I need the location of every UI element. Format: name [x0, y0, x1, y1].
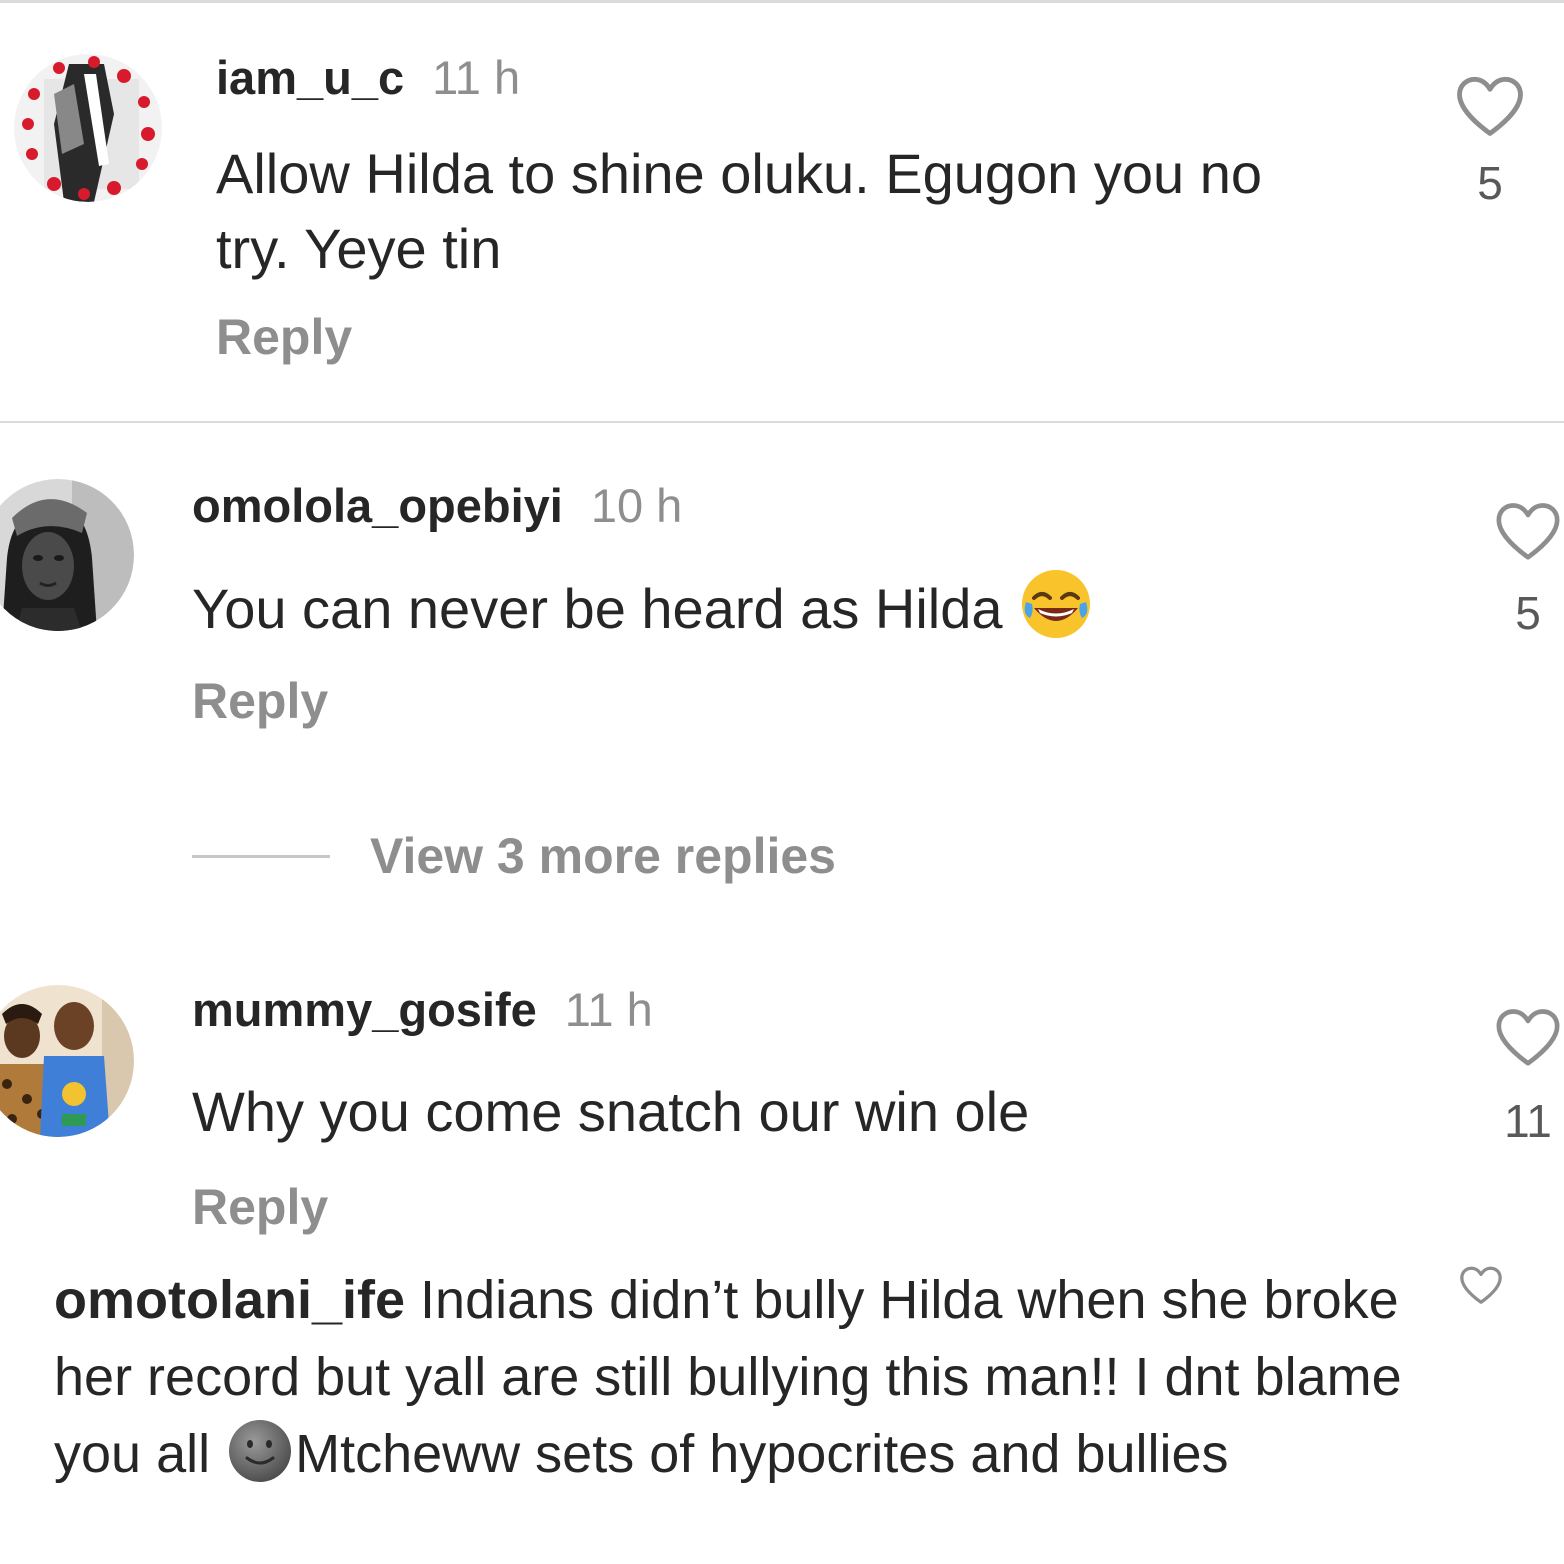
like-count: 5 — [1515, 587, 1541, 639]
heart-outline-icon[interactable] — [1458, 1264, 1504, 1306]
like-column: 5 — [1452, 74, 1528, 210]
comment-text: Why you come snatch our win ole — [192, 1080, 1030, 1143]
legacy-like-column — [1458, 1264, 1504, 1306]
comment-text-line: Allow Hilda to shine oluku. Egugon you n… — [216, 142, 1263, 205]
face-with-tears-of-joy-emoji — [1020, 568, 1092, 658]
legacy-comment: omotolani_ife Indians didn’t bully Hilda… — [54, 1262, 1424, 1505]
comment-username[interactable]: omotolani_ife — [54, 1270, 405, 1330]
heart-outline-icon[interactable] — [1493, 500, 1563, 562]
avatar-omolola-opebiyi[interactable] — [0, 478, 134, 632]
comment-text: Allow Hilda to shine oluku. Egugon you n… — [216, 136, 1396, 286]
comment-time: 10 h — [590, 479, 683, 532]
like-column: 5 — [1490, 500, 1564, 640]
view-more-label: View 3 more replies — [370, 828, 836, 884]
comment-username[interactable]: iam_u_c — [216, 51, 404, 104]
view-more-rule — [192, 854, 330, 858]
reply-button[interactable]: Reply — [192, 672, 328, 730]
view-more-replies-button[interactable]: View 3 more replies — [192, 826, 836, 886]
comment-text-line: try. Yeye tin — [216, 217, 502, 280]
comment-username[interactable]: mummy_gosife — [192, 983, 537, 1036]
top-divider — [0, 0, 1564, 3]
section-divider — [0, 421, 1564, 423]
like-count: 5 — [1477, 157, 1503, 209]
legacy-comment-text: Mtcheww sets of hypocrites and bullies — [295, 1424, 1229, 1484]
reply-button[interactable]: Reply — [192, 1178, 328, 1236]
like-column: 11 — [1490, 1006, 1564, 1148]
avatar-mummy-gosife[interactable] — [0, 984, 134, 1138]
avatar-iam-u-c[interactable] — [14, 54, 162, 202]
comment-text: You can never be heard as Hilda — [192, 568, 1372, 658]
comment-header-2: omolola_opebiyi 10 h — [192, 478, 682, 533]
heart-outline-icon[interactable] — [1493, 1006, 1563, 1068]
like-count: 11 — [1504, 1095, 1552, 1147]
comment-time: 11 h — [432, 51, 521, 104]
new-moon-face-emoji — [227, 1418, 293, 1505]
comment-header-1: iam_u_c 11 h — [216, 50, 520, 105]
comment-username[interactable]: omolola_opebiyi — [192, 479, 563, 532]
heart-outline-icon[interactable] — [1452, 74, 1528, 138]
comment-text-content: You can never be heard as Hilda — [192, 577, 1003, 640]
reply-button[interactable]: Reply — [216, 308, 352, 366]
comment-header-3: mummy_gosife 11 h — [192, 982, 653, 1037]
comment-time: 11 h — [564, 983, 653, 1036]
